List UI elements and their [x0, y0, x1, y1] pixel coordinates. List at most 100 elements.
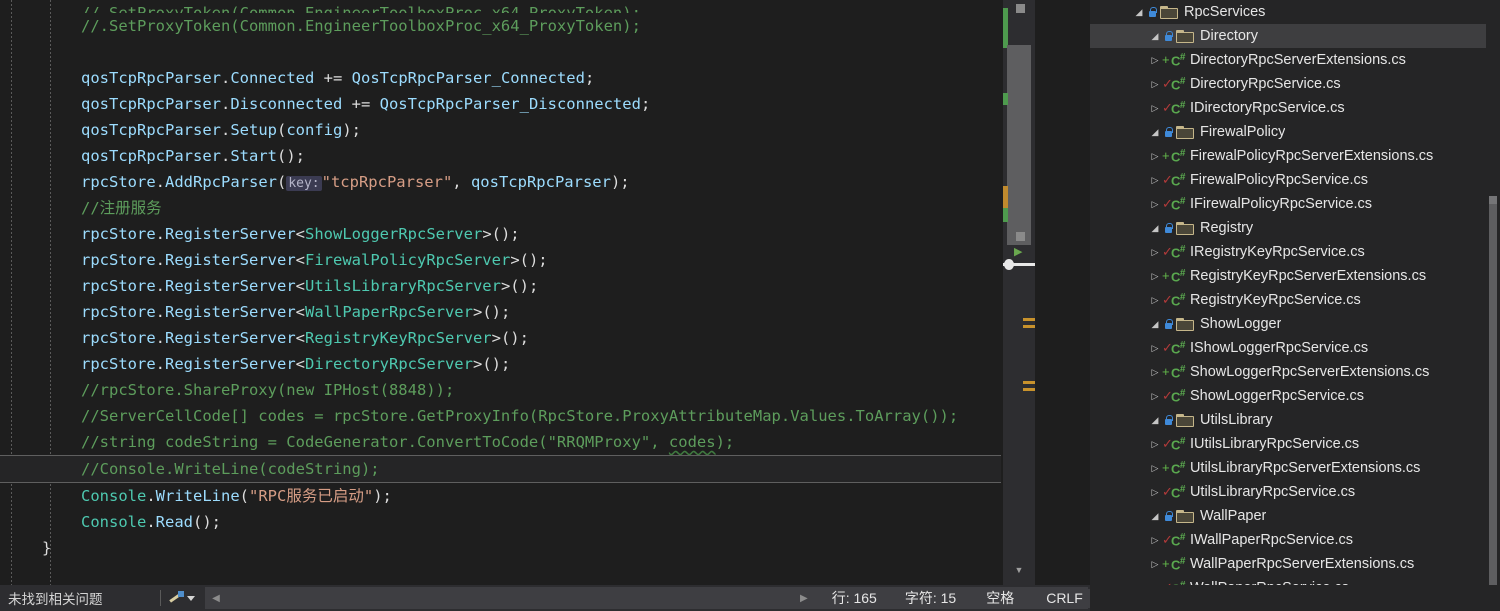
chevron-down-icon[interactable] — [1148, 415, 1162, 426]
chevron-right-icon[interactable] — [1148, 247, 1162, 258]
tree-item-showlogger[interactable]: ShowLogger — [1090, 312, 1500, 336]
chevron-right-icon[interactable] — [1148, 463, 1162, 474]
code-line[interactable]: //string codeString = CodeGenerator.Conv… — [0, 429, 1003, 455]
tree-item-firewalpolicyrpcservice-cs[interactable]: ✓C#FirewalPolicyRpcService.cs — [1090, 168, 1500, 192]
status-line-number: 行: 165 — [831, 590, 877, 606]
tree-vertical-scrollbar[interactable] — [1486, 0, 1500, 611]
tree-item-directoryrpcservice-cs[interactable]: ✓C#DirectoryRpcService.cs — [1090, 72, 1500, 96]
tree-item-ishowloggerrpcservice-cs[interactable]: ✓C#IShowLoggerRpcService.cs — [1090, 336, 1500, 360]
tree-item-firewalpolicy[interactable]: FirewalPolicy — [1090, 120, 1500, 144]
code-line[interactable]: rpcStore.RegisterServer<ShowLoggerRpcSer… — [0, 221, 1003, 247]
code-token: Disconnected — [230, 95, 343, 113]
code-line[interactable]: qosTcpRpcParser.Setup(config); — [0, 117, 1003, 143]
code-line[interactable]: rpcStore.RegisterServer<FirewalPolicyRpc… — [0, 247, 1003, 273]
chevron-right-icon[interactable] — [1148, 151, 1162, 162]
tree-item-registrykeyrpcserverextensions-cs[interactable]: +C#RegistryKeyRpcServerExtensions.cs — [1090, 264, 1500, 288]
chevron-right-icon[interactable] — [1148, 55, 1162, 66]
status-line-ending[interactable]: CRLF — [1034, 588, 1095, 608]
chevron-right-icon[interactable] — [1148, 295, 1162, 306]
chevron-right-icon[interactable] — [1148, 103, 1162, 114]
chevron-down-icon[interactable] — [1148, 319, 1162, 330]
tree-item-idirectoryrpcservice-cs[interactable]: ✓C#IDirectoryRpcService.cs — [1090, 96, 1500, 120]
code-line[interactable]: //注册服务 — [0, 195, 1003, 221]
code-line[interactable]: //.SetProxyToken(Common.EngineerToolboxP… — [0, 13, 1003, 39]
status-expand-arrow-icon[interactable]: ▶ — [790, 593, 818, 604]
csharp-file-checked-icon: ✓C# — [1162, 291, 1185, 309]
code-token: >(); — [491, 329, 529, 347]
code-token: ); — [342, 121, 362, 139]
code-token: . — [146, 487, 156, 505]
chevron-right-icon[interactable] — [1148, 487, 1162, 498]
code-line-current[interactable]: //Console.WriteLine(codeString); — [0, 455, 1001, 483]
chevron-right-icon[interactable] — [1148, 535, 1162, 546]
code-line[interactable]: rpcStore.RegisterServer<UtilsLibraryRpcS… — [0, 273, 1003, 299]
chevron-right-icon[interactable] — [1148, 367, 1162, 378]
code-line[interactable]: rpcStore.RegisterServer<RegistryKeyRpcSe… — [0, 325, 1003, 351]
tree-item-utilslibraryrpcserverextensions-cs[interactable]: +C#UtilsLibraryRpcServerExtensions.cs — [1090, 456, 1500, 480]
tree-item-label: Directory — [1200, 28, 1259, 44]
code-line[interactable]: Console.Read(); — [0, 509, 1003, 535]
code-line[interactable]: rpcStore.RegisterServer<WallPaperRpcServ… — [0, 299, 1003, 325]
code-line[interactable]: qosTcpRpcParser.Disconnected += QosTcpRp… — [0, 91, 1003, 117]
chevron-right-icon[interactable] — [1148, 559, 1162, 570]
code-token: qosTcpRpcParser — [81, 95, 221, 113]
tree-item-utilslibrary[interactable]: UtilsLibrary — [1090, 408, 1500, 432]
triangle-left-icon[interactable]: ◀ — [205, 587, 227, 609]
tree-item-ifirewalpolicyrpcservice-cs[interactable]: ✓C#IFirewalPolicyRpcService.cs — [1090, 192, 1500, 216]
code-editor[interactable]: //.SetProxyToken(Common.EngineerToolboxP… — [0, 0, 1003, 585]
code-line[interactable]: //rpcStore.ShareProxy(new IPHost(8848)); — [0, 377, 1003, 403]
code-line[interactable]: qosTcpRpcParser.Start(); — [0, 143, 1003, 169]
code-token: ( — [277, 121, 287, 139]
visual-studio-window: //.SetProxyToken(Common.EngineerToolboxP… — [0, 0, 1500, 611]
code-line[interactable]: qosTcpRpcParser.Connected += QosTcpRpcPa… — [0, 65, 1003, 91]
chevron-right-icon[interactable] — [1148, 79, 1162, 90]
code-line[interactable]: rpcStore.RegisterServer<DirectoryRpcServ… — [0, 351, 1003, 377]
code-token: . — [155, 173, 165, 191]
editor-scrollbar-thumb[interactable] — [1007, 45, 1031, 245]
tree-item-iwallpaperrpcservice-cs[interactable]: ✓C#IWallPaperRpcService.cs — [1090, 528, 1500, 552]
quick-actions-button[interactable] — [161, 585, 203, 611]
tree-scrollbar-thumb[interactable] — [1489, 196, 1497, 586]
tree-item-firewalpolicyrpcserverextensions-cs[interactable]: +C#FirewalPolicyRpcServerExtensions.cs — [1090, 144, 1500, 168]
tree-item-showloggerrpcserverextensions-cs[interactable]: +C#ShowLoggerRpcServerExtensions.cs — [1090, 360, 1500, 384]
chevron-right-icon[interactable] — [1148, 439, 1162, 450]
wand-icon — [169, 591, 184, 605]
tree-item-wallpaper[interactable]: WallPaper — [1090, 504, 1500, 528]
chevron-right-icon[interactable] — [1148, 175, 1162, 186]
tree-item-iutilslibraryrpcservice-cs[interactable]: ✓C#IUtilsLibraryRpcService.cs — [1090, 432, 1500, 456]
tree-item-iregistrykeyrpcservice-cs[interactable]: ✓C#IRegistryKeyRpcService.cs — [1090, 240, 1500, 264]
csharp-file-checked-icon: ✓C# — [1162, 483, 1185, 501]
tree-item-wallpaperrpcserverextensions-cs[interactable]: +C#WallPaperRpcServerExtensions.cs — [1090, 552, 1500, 576]
chevron-right-icon[interactable] — [1148, 199, 1162, 210]
solution-explorer-tree[interactable]: RpcServices Directory +C#DirectoryRpcServe… — [1090, 0, 1500, 611]
chevron-right-icon[interactable] — [1148, 343, 1162, 354]
caret-position-knob[interactable] — [1004, 259, 1014, 270]
tree-item-showloggerrpcservice-cs[interactable]: ✓C#ShowLoggerRpcService.cs — [1090, 384, 1500, 408]
tree-item-utilslibraryrpcservice-cs[interactable]: ✓C#UtilsLibraryRpcService.cs — [1090, 480, 1500, 504]
chevron-down-icon[interactable] — [1148, 223, 1162, 234]
chevron-down-icon[interactable] — [1132, 7, 1146, 18]
code-line[interactable]: //.SetProxyToken(Common.EngineerToolboxP… — [0, 0, 1003, 13]
editor-vertical-scrollbar[interactable]: ▲ ▶ ▼ — [1003, 0, 1035, 585]
chevron-down-icon[interactable] — [1148, 511, 1162, 522]
tree-item-registrykeyrpcservice-cs[interactable]: ✓C#RegistryKeyRpcService.cs — [1090, 288, 1500, 312]
status-indent-mode[interactable]: 空格 — [974, 588, 1027, 608]
code-token: ; — [640, 95, 651, 113]
scroll-down-arrow-icon[interactable]: ▼ — [1003, 561, 1035, 578]
code-line[interactable]: Console.WriteLine("RPC服务已启动"); — [0, 483, 1003, 509]
code-line[interactable]: } — [0, 535, 1003, 561]
code-line[interactable]: //ServerCellCode[] codes = rpcStore.GetP… — [0, 403, 1003, 429]
tree-item-directory[interactable]: Directory — [1090, 24, 1500, 48]
code-line[interactable] — [0, 39, 1003, 65]
chevron-down-icon[interactable] — [1148, 31, 1162, 42]
chevron-right-icon[interactable] — [1148, 391, 1162, 402]
chevron-down-icon[interactable] — [187, 595, 195, 601]
tree-item-registry[interactable]: Registry — [1090, 216, 1500, 240]
tree-item-directoryrpcserverextensions-cs[interactable]: +C#DirectoryRpcServerExtensions.cs — [1090, 48, 1500, 72]
code-text[interactable]: //.SetProxyToken(Common.EngineerToolboxP… — [0, 0, 1003, 561]
tree-item-label: DirectoryRpcServerExtensions.cs — [1189, 52, 1406, 68]
tree-item-rpcservices[interactable]: RpcServices — [1090, 0, 1500, 24]
chevron-right-icon[interactable] — [1148, 271, 1162, 282]
code-line[interactable]: rpcStore.AddRpcParser(key: "tcpRpcParser"… — [0, 169, 1003, 195]
chevron-down-icon[interactable] — [1148, 127, 1162, 138]
